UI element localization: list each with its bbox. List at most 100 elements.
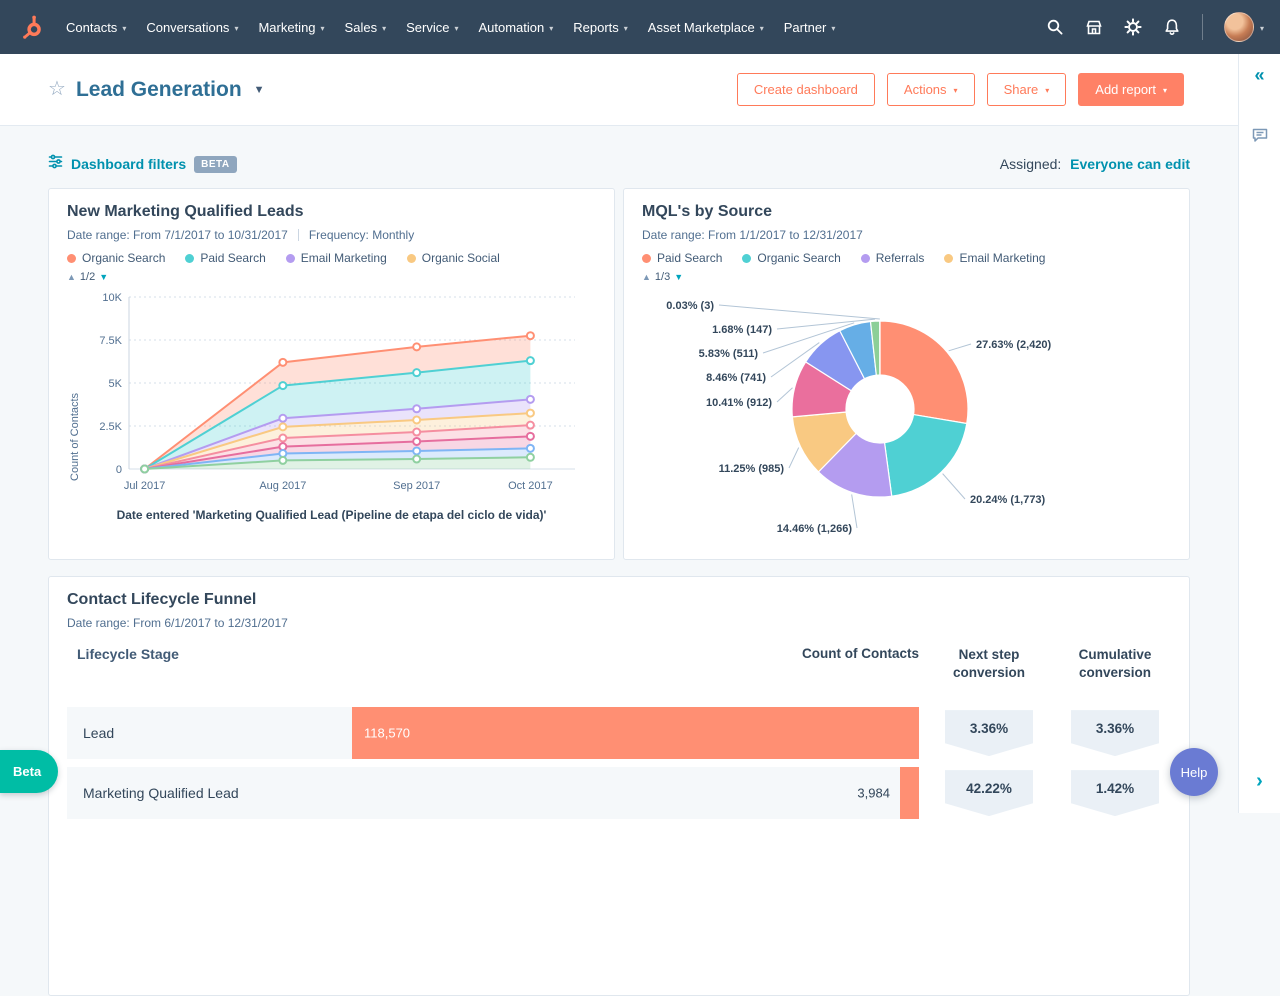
nav-item-marketing[interactable]: Marketing▾ [248,12,334,43]
help-button[interactable]: Help [1170,748,1218,796]
data-point[interactable] [279,359,286,366]
legend-item[interactable]: Paid Search [185,251,265,265]
collapse-panel-icon[interactable]: « [1254,66,1264,84]
data-point[interactable] [279,457,286,464]
data-point[interactable] [527,433,534,440]
funnel-bar-track: 3,984 [352,767,919,819]
data-point[interactable] [527,396,534,403]
nav-item-conversations[interactable]: Conversations▾ [136,12,248,43]
nav-item-sales[interactable]: Sales▾ [335,12,397,43]
legend-item[interactable]: Referrals [861,251,925,265]
avatar [1224,12,1254,42]
chevron-down-icon: ▾ [454,24,458,33]
donut-slice-label: 10.41% (912) [706,397,772,409]
data-point[interactable] [527,332,534,339]
hubspot-logo-icon[interactable] [20,14,46,40]
funnel-stage-label: Lead [67,707,352,759]
legend-item[interactable]: Email Marketing [944,251,1045,265]
add-report-button[interactable]: Add report▾ [1078,73,1184,106]
data-point[interactable] [413,429,420,436]
beta-pill-button[interactable]: Beta [0,750,58,793]
report-date-range: Date range: From 1/1/2017 to 12/31/2017 [642,228,863,242]
expand-panel-icon[interactable]: › [1256,771,1263,791]
dashboard-picker-caret-icon[interactable]: ▼ [254,84,265,96]
legend-page-down-icon[interactable]: ▼ [99,272,108,282]
favorite-star-icon[interactable]: ☆ [48,76,66,101]
settings-gear-icon[interactable] [1124,18,1142,36]
search-icon[interactable] [1046,18,1064,36]
data-point[interactable] [413,416,420,423]
legend-page-indicator: 1/3 [655,271,670,283]
funnel-count: 118,570 [364,726,410,741]
nav-item-automation[interactable]: Automation▾ [468,12,563,43]
data-point[interactable] [527,422,534,429]
data-point[interactable] [413,369,420,376]
create-dashboard-button[interactable]: Create dashboard [737,73,875,106]
legend-page-up-icon[interactable]: ▲ [642,272,651,282]
funnel-bar[interactable] [352,707,919,759]
donut-slice[interactable] [885,415,967,497]
chevron-down-icon: ▾ [624,24,628,33]
assigned-value-link[interactable]: Everyone can edit [1070,156,1190,172]
report-frequency: Frequency: Monthly [309,228,414,242]
funnel-bar[interactable] [900,767,919,819]
funnel-header: Lifecycle Stage Count of Contacts Next s… [67,646,1171,681]
data-point[interactable] [413,447,420,454]
data-point[interactable] [279,382,286,389]
dashboard-body: Dashboard filters BETA Assigned: Everyon… [0,126,1280,996]
cumulative-conversion-value: 1.42% [1071,770,1159,816]
actions-button[interactable]: Actions▾ [887,73,975,106]
next-step-conversion-value: 42.22% [945,770,1033,816]
legend-page-indicator: 1/2 [80,271,95,283]
data-point[interactable] [413,456,420,463]
donut-slice-label: 0.03% (3) [666,300,714,312]
chevron-down-icon: ▾ [122,24,126,33]
donut-slice-label: 20.24% (1,773) [970,494,1046,506]
data-point[interactable] [527,357,534,364]
legend-page-up-icon[interactable]: ▲ [67,272,76,282]
data-point[interactable] [279,435,286,442]
account-menu[interactable]: ▾ [1224,12,1264,42]
legend-dot [185,254,194,263]
legend-item[interactable]: Email Marketing [286,251,387,265]
x-axis-caption: Date entered 'Marketing Qualified Lead (… [97,507,567,523]
chevron-down-icon: ▾ [760,24,764,33]
data-point[interactable] [413,405,420,412]
notifications-bell-icon[interactable] [1163,18,1181,36]
chevron-down-icon: ▾ [954,86,958,95]
funnel-row: Marketing Qualified Lead 3,984 42.22% 1.… [67,767,1171,819]
data-point[interactable] [527,454,534,461]
x-tick-label: Jul 2017 [124,480,166,492]
nav-item-partner[interactable]: Partner▾ [774,12,846,43]
legend-dot [407,254,416,263]
share-button[interactable]: Share▾ [987,73,1067,106]
data-point[interactable] [527,445,534,452]
legend-item[interactable]: Organic Search [742,251,840,265]
column-header-stage: Lifecycle Stage [67,646,352,662]
data-point[interactable] [279,423,286,430]
legend-page-down-icon[interactable]: ▼ [674,272,683,282]
data-point[interactable] [413,343,420,350]
nav-item-reports[interactable]: Reports▾ [563,12,638,43]
donut-slice[interactable] [880,321,968,423]
nav-item-contacts[interactable]: Contacts▾ [56,12,136,43]
data-point[interactable] [279,415,286,422]
marketplace-icon[interactable] [1085,18,1103,36]
data-point[interactable] [413,438,420,445]
chevron-down-icon: ▾ [1045,86,1049,95]
page-title: Lead Generation [76,78,242,102]
data-point[interactable] [527,410,534,417]
funnel-row: Lead 118,570 3.36% 3.36% [67,707,1171,759]
legend-item[interactable]: Organic Search [67,251,165,265]
data-point[interactable] [141,466,148,473]
legend-item[interactable]: Organic Social [407,251,500,265]
nav-item-service[interactable]: Service▾ [396,12,468,43]
column-header-count: Count of Contacts [352,646,919,661]
legend-item[interactable]: Paid Search [642,251,722,265]
nav-item-asset-marketplace[interactable]: Asset Marketplace▾ [638,12,774,43]
comments-icon[interactable] [1251,126,1269,144]
area-line-chart: 10K7.5K5K2.5K0Jul 2017Aug 2017Sep 2017Oc… [83,285,588,507]
separator [298,229,299,241]
dashboard-filters-link[interactable]: Dashboard filters [71,156,186,172]
chevron-down-icon: ▾ [549,24,553,33]
